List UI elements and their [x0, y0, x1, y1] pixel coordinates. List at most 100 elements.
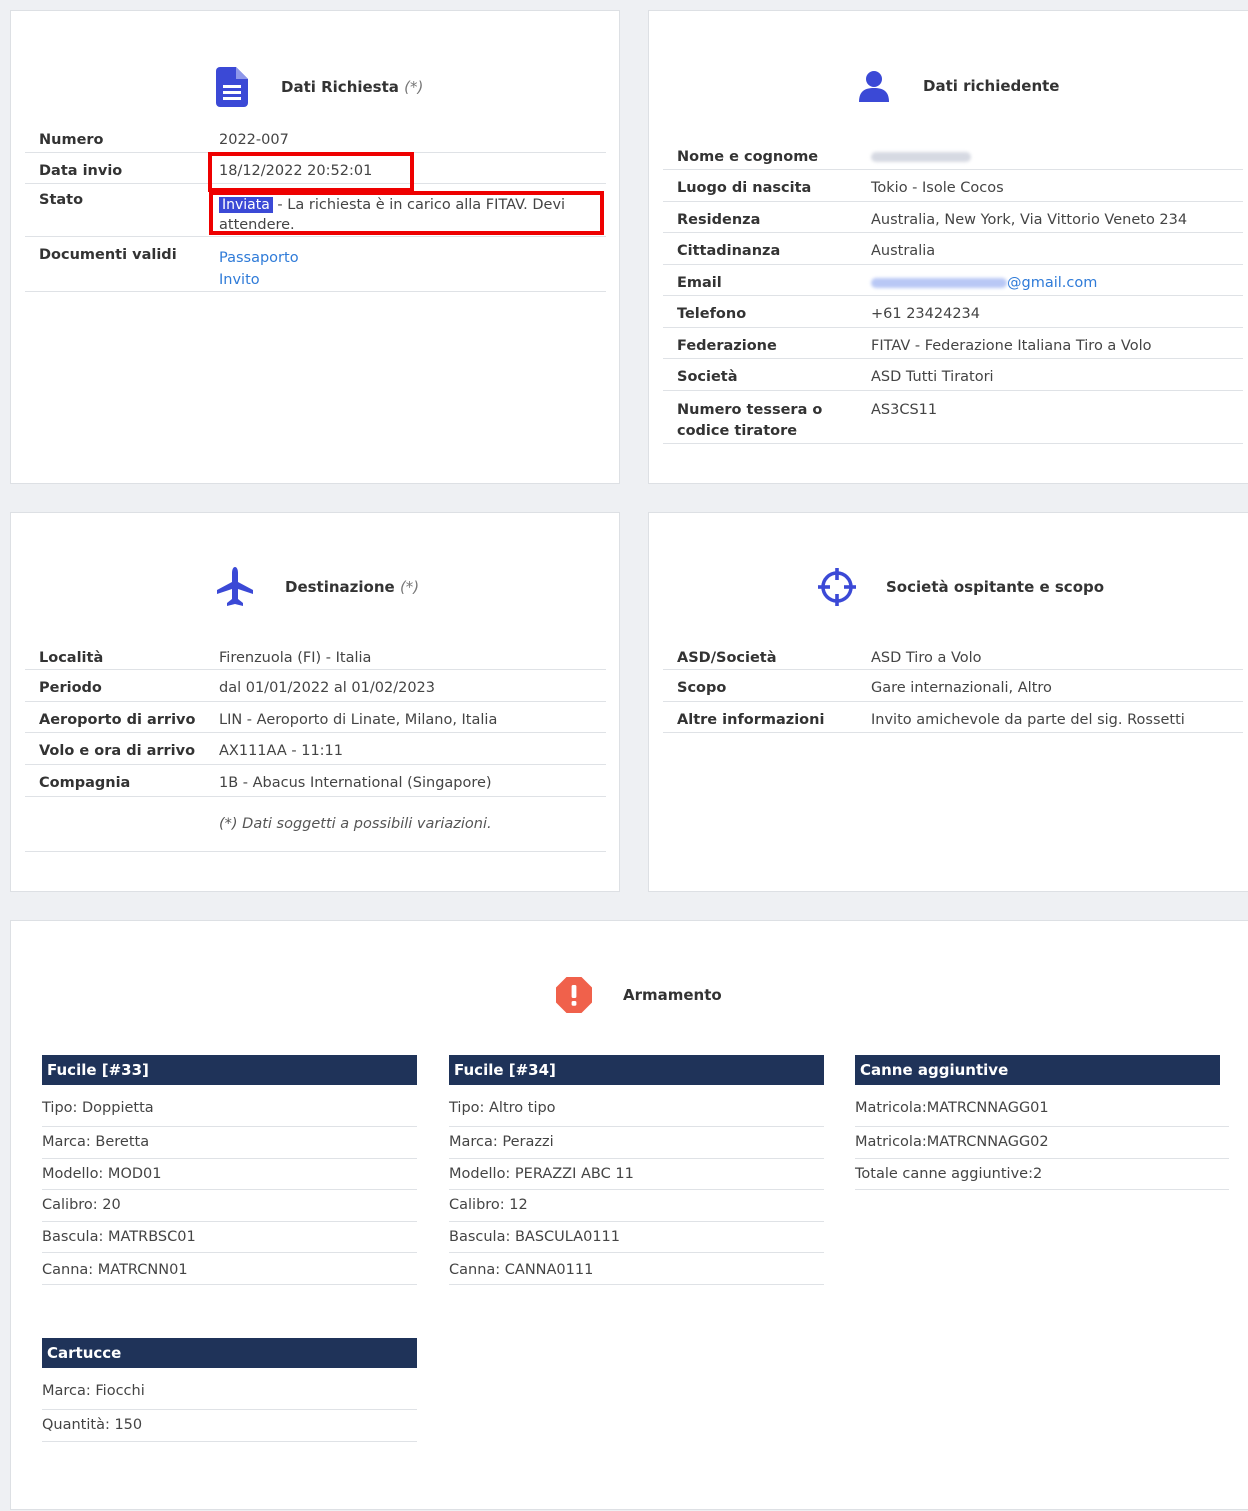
list-item: Matricola:MATRCNNAGG02	[855, 1127, 1229, 1159]
list-item: Tipo: Doppietta	[42, 1098, 417, 1127]
localita-value: Firenzuola (FI) - Italia	[219, 650, 372, 666]
armamento-card: Armamento Fucile [#33] Tipo: Doppietta M…	[10, 920, 1248, 1510]
list-item: Marca: Beretta	[42, 1127, 417, 1159]
nome-label: Nome e cognome	[677, 149, 819, 165]
volo-row: Volo e ora di arrivo AX111AA - 11:11	[25, 733, 606, 765]
destinazione-card: Destinazione (*) Località Firenzuola (FI…	[10, 512, 620, 892]
altre-info-label: Altre informazioni	[677, 711, 825, 728]
altre-info-value: Invito amichevole da parte del sig. Ross…	[871, 711, 1185, 728]
armamento-header: Armamento	[556, 977, 722, 1013]
crosshair-icon	[817, 567, 857, 607]
email-label: Email	[677, 274, 722, 291]
compagnia-label: Compagnia	[39, 774, 131, 791]
email-value: @gmail.com	[871, 265, 1097, 296]
list-item: Marca: Perazzi	[449, 1127, 824, 1159]
dati-richiedente-title: Dati richiedente	[923, 77, 1060, 95]
asd-label: ASD/Società	[677, 650, 777, 666]
nome-value	[871, 144, 971, 169]
residenza-label: Residenza	[677, 211, 761, 228]
dati-richiesta-header: Dati Richiesta (*)	[216, 67, 423, 107]
stato-label: Stato	[39, 192, 84, 208]
dati-richiedente-header: Dati richiedente	[857, 69, 1059, 103]
list-item: Quantità: 150	[42, 1410, 417, 1442]
scopo-value: Gare internazionali, Altro	[871, 680, 1052, 696]
list-item: Canna: CANNA0111	[449, 1253, 824, 1285]
list-item: Calibro: 12	[449, 1190, 824, 1222]
dati-richiedente-card: Dati richiedente Nome e cognome Luogo di…	[648, 10, 1248, 484]
highlight-box-stato	[209, 191, 604, 235]
aeroporto-row: Aeroporto di arrivo LIN - Aeroporto di L…	[25, 702, 606, 733]
nome-row: Nome e cognome	[663, 144, 1243, 170]
documenti-list: Passaporto Invito	[219, 247, 299, 291]
document-icon	[216, 67, 248, 107]
telefono-label: Telefono	[677, 306, 747, 322]
email-link[interactable]: @gmail.com	[1007, 275, 1097, 291]
aeroporto-value: LIN - Aeroporto di Linate, Milano, Itali…	[219, 711, 498, 728]
periodo-value: dal 01/01/2022 al 01/02/2023	[219, 680, 436, 696]
residenza-value: Australia, New York, Via Vittorio Veneto…	[871, 211, 1188, 228]
fucile-34-list: Tipo: Altro tipo Marca: Perazzi Modello:…	[449, 1098, 824, 1285]
list-item: Modello: MOD01	[42, 1159, 417, 1190]
residenza-row: Residenza Australia, New York, Via Vitto…	[663, 202, 1243, 233]
compagnia-row: Compagnia 1B - Abacus International (Sin…	[25, 765, 606, 797]
numero-value: 2022-007	[219, 132, 289, 148]
societa-header: Società ospitante e scopo	[817, 567, 1104, 607]
scopo-row: Scopo Gare internazionali, Altro	[663, 670, 1243, 702]
invito-link[interactable]: Invito	[219, 269, 299, 291]
list-item: Matricola:MATRCNNAGG01	[855, 1098, 1229, 1127]
list-item: Bascula: MATRBSC01	[42, 1222, 417, 1253]
luogo-value: Tokio - Isole Cocos	[871, 180, 1004, 196]
federazione-value: FITAV - Federazione Italiana Tiro a Volo	[871, 337, 1152, 354]
plane-icon	[216, 567, 254, 607]
aeroporto-label: Aeroporto di arrivo	[39, 711, 196, 728]
cartucce-header: Cartucce	[42, 1338, 417, 1368]
compagnia-value: 1B - Abacus International (Singapore)	[219, 774, 492, 791]
scopo-label: Scopo	[677, 680, 727, 696]
documenti-label: Documenti validi	[39, 247, 177, 263]
periodo-row: Periodo dal 01/01/2022 al 01/02/2023	[25, 670, 606, 702]
redacted-email	[871, 277, 1007, 288]
luogo-label: Luogo di nascita	[677, 180, 812, 196]
societa-table: ASD/Società ASD Tiro a Volo Scopo Gare i…	[663, 646, 1243, 733]
list-item: Bascula: BASCULA0111	[449, 1222, 824, 1253]
person-icon	[857, 69, 891, 103]
alert-icon	[556, 977, 592, 1013]
list-item: Totale canne aggiuntive:2	[855, 1159, 1229, 1190]
societa-row: Società ASD Tutti Tiratori	[663, 359, 1243, 391]
altre-info-row: Altre informazioni Invito amichevole da …	[663, 702, 1243, 733]
list-item: Calibro: 20	[42, 1190, 417, 1222]
localita-label: Località	[39, 650, 104, 666]
list-item: Canna: MATRCNN01	[42, 1253, 417, 1285]
destinazione-title: Destinazione (*)	[285, 578, 420, 596]
dati-richiesta-title: Dati Richiesta (*)	[281, 78, 424, 96]
asd-value: ASD Tiro a Volo	[871, 650, 982, 666]
documenti-row: Documenti validi Passaporto Invito	[25, 237, 606, 292]
asd-row: ASD/Società ASD Tiro a Volo	[663, 646, 1243, 670]
numero-label: Numero	[39, 132, 104, 148]
cittadinanza-value: Australia	[871, 243, 936, 259]
dati-richiedente-table: Nome e cognome Luogo di nascita Tokio - …	[663, 144, 1243, 444]
federazione-row: Federazione FITAV - Federazione Italiana…	[663, 328, 1243, 359]
volo-value: AX111AA - 11:11	[219, 743, 344, 759]
passaporto-link[interactable]: Passaporto	[219, 247, 299, 269]
luogo-row: Luogo di nascita Tokio - Isole Cocos	[663, 170, 1243, 202]
fucile-33-list: Tipo: Doppietta Marca: Beretta Modello: …	[42, 1098, 417, 1285]
email-row: Email @gmail.com	[663, 265, 1243, 296]
list-item: Marca: Fiocchi	[42, 1381, 417, 1410]
societa-value: ASD Tutti Tiratori	[871, 369, 994, 385]
cartucce-list: Marca: Fiocchi Quantità: 150	[42, 1381, 417, 1442]
tessera-row: Numero tessera o codice tiratore AS3CS11	[663, 391, 1243, 444]
footnote-row: (*) Dati soggetti a possibili variazioni…	[25, 797, 606, 852]
destinazione-header: Destinazione (*)	[216, 567, 419, 607]
numero-row: Numero 2022-007	[25, 127, 606, 153]
societa-label: Società	[677, 369, 738, 385]
cittadinanza-label: Cittadinanza	[677, 243, 781, 259]
telefono-value: +61 23424234	[871, 306, 981, 322]
localita-row: Località Firenzuola (FI) - Italia	[25, 646, 606, 670]
list-item: Modello: PERAZZI ABC 11	[449, 1159, 824, 1190]
redacted-name	[871, 152, 971, 162]
fucile-34-header: Fucile [#34]	[449, 1055, 824, 1085]
footnote-text: (*) Dati soggetti a possibili variazioni…	[219, 815, 492, 832]
destinazione-table: Località Firenzuola (FI) - Italia Period…	[25, 646, 606, 852]
armamento-title: Armamento	[623, 986, 722, 1004]
